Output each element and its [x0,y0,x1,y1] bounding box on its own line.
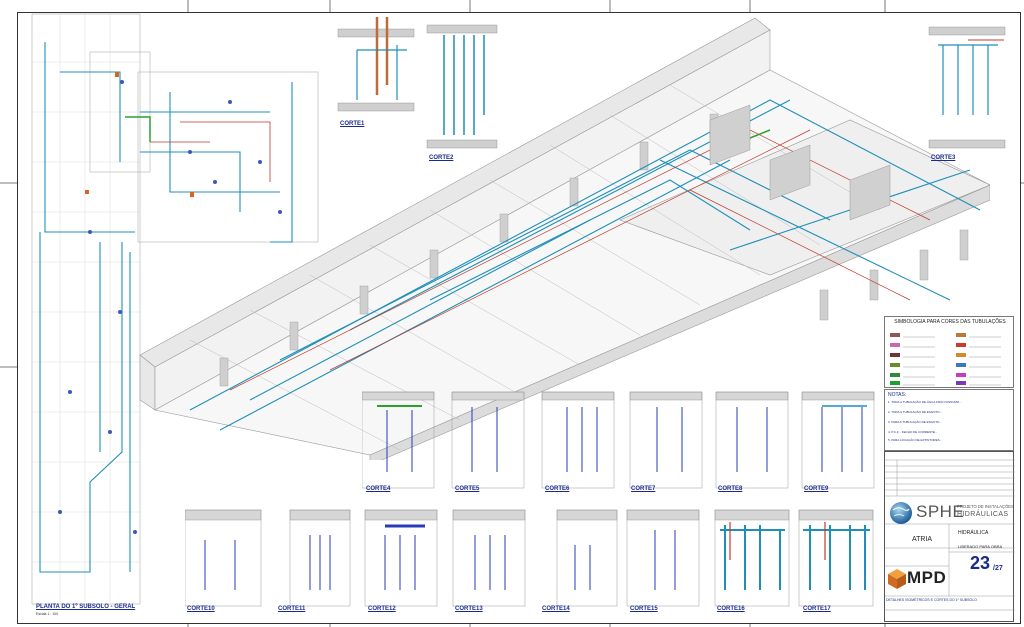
company-subtitle: PROJETO DE INSTALAÇÕES [957,504,1014,509]
plan-caption: PLANTA DO 1º SUBSOLO - GERAL [36,604,136,610]
plan-scale: Escala 1 : 100 [36,612,59,616]
legend-swatch [956,373,966,377]
sheet-title: DETALHES ISOMÉTRICOS E CORTES DO 1º SUBS… [886,598,977,602]
title-block [884,451,1015,622]
section-caption-corte11: CORTE11 [278,606,306,612]
section-caption-corte9: CORTE9 [804,486,829,492]
section-caption-corte2: CORTE2 [429,155,454,161]
sheet-total: /27 [993,565,1003,572]
project-name: ATRIA [912,536,933,543]
section-corte3-drawing [928,26,1006,149]
section-caption-corte14: CORTE14 [542,606,570,612]
notes-box: NOTAS: 1. TODA A TUBULAÇÃO DE ÁGUA FRIA … [884,389,1014,451]
sections-row2-drawings [185,509,874,607]
section-caption-corte16: CORTE16 [717,606,745,612]
sheet-number: 23 [970,553,991,573]
legend-swatch [890,343,900,347]
issue-status: LIBERADO PARA OBRA [958,544,1003,549]
note-line: 3. PARA A TUBULAÇÃO DE ESGOTO... [888,420,942,424]
section-caption-corte13: CORTE13 [455,606,483,612]
sphe-globe-logo [890,502,912,524]
legend-swatch [956,381,966,385]
discipline: HIDRÁULICA [958,530,989,536]
legend-swatch [956,353,966,357]
legend-swatch [890,373,900,377]
notes-title: NOTAS: [888,392,907,398]
sections-row1-drawings [362,391,875,489]
section-caption-corte6: CORTE6 [545,486,570,492]
pipe-color-legend: SIMBOLOGIA PARA CORES DAS TUBULAÇÕES [884,316,1014,388]
legend-swatch [890,381,900,385]
mpd-cube-logo [888,569,906,589]
section-caption-corte12: CORTE12 [368,606,396,612]
section-caption-corte10: CORTE10 [187,606,215,612]
note-line: 4. P.C.F. - FECHO DE CORRENTE... [888,430,938,434]
legend-swatch [956,343,966,347]
note-line: 5. PARA LOCAÇÃO DE EXTINTORES... [888,438,943,442]
legend-swatch [956,333,966,337]
section-caption-corte3: CORTE3 [931,155,956,161]
legend-swatch [890,363,900,367]
section-caption-corte7: CORTE7 [631,486,656,492]
legend-swatch [890,333,900,337]
section-corte2-drawing [426,24,498,149]
legend-title: SIMBOLOGIA PARA CORES DAS TUBULAÇÕES [894,319,1006,325]
section-caption-corte4: CORTE4 [366,486,391,492]
section-caption-corte17: CORTE17 [803,606,831,612]
section-caption-corte15: CORTE15 [630,606,658,612]
legend-swatch [956,363,966,367]
company-subtitle-2: HIDRÁULICAS [957,511,1009,518]
legend-swatches [890,333,1001,386]
section-caption-corte1: CORTE1 [340,121,365,127]
note-line: 1. TODA A TUBULAÇÃO DE ÁGUA FRIA CONSUMO… [888,400,962,404]
note-line: 2. TODA A TUBULAÇÃO DE ESGOTO... [888,410,943,414]
legend-swatch [890,353,900,357]
client-logo-text: MPD [907,568,947,587]
section-caption-corte8: CORTE8 [718,486,743,492]
section-caption-corte5: CORTE5 [455,486,480,492]
drawing-sheet: PLANTA DO 1º SUBSOLO - GERAL Escala 1 : … [0,0,1024,627]
section-corte1-drawing [337,17,415,112]
